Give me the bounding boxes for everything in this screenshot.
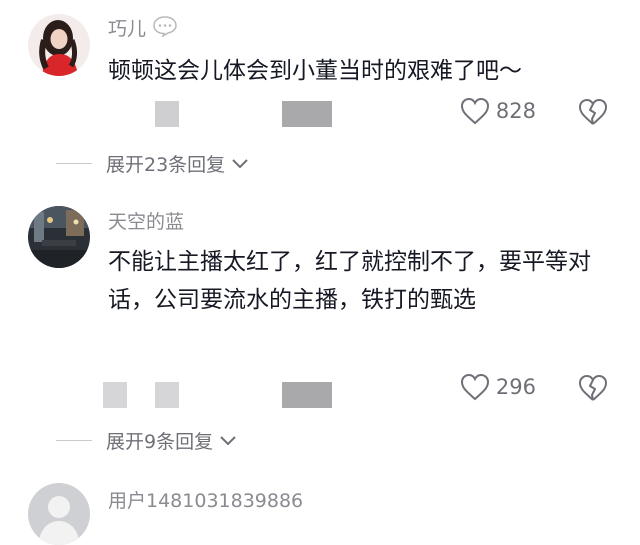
heart-icon: [460, 97, 489, 125]
username[interactable]: 用户1481031839886: [108, 489, 303, 513]
reply-action-placeholder: [282, 382, 332, 408]
dislike-button[interactable]: [578, 98, 608, 130]
username[interactable]: 天空的蓝: [108, 210, 184, 234]
avatar[interactable]: [28, 483, 90, 545]
username[interactable]: 巧儿: [108, 15, 178, 41]
reply-location-placeholder: [155, 382, 179, 408]
like-count: 296: [495, 375, 536, 399]
divider-line: [56, 163, 92, 164]
comment-text: 不能让主播太红了，红了就控制不了，要平等对话，公司要流水的主播，铁打的甄选: [108, 249, 591, 313]
reply-action-placeholder: [282, 101, 332, 127]
comment-item: 巧儿 顿顿这会儿体会到小董当时的艰难了吧～ 828 展开23条回复: [0, 0, 640, 190]
heart-icon: [460, 373, 489, 401]
chat-bubble-icon: [153, 16, 177, 38]
default-user-icon: [28, 483, 90, 545]
comment-item: 用户1481031839886: [0, 470, 640, 545]
chevron-down-icon: [220, 435, 236, 445]
divider-line: [56, 440, 92, 441]
expand-replies-button[interactable]: 展开9条回复: [56, 427, 237, 454]
comment-item: 天空的蓝 不能让主播太红了，红了就控制不了，要平等对话，公司要流水的主播，铁打的…: [0, 190, 640, 470]
avatar[interactable]: [28, 14, 90, 76]
chevron-down-icon: [232, 158, 248, 168]
comment-text: 顿顿这会儿体会到小董当时的艰难了吧～: [108, 58, 522, 84]
broken-heart-icon: [579, 98, 608, 125]
avatar-street-icon: [28, 206, 90, 268]
like-button[interactable]: 296: [460, 373, 536, 401]
avatar-woman-icon: [28, 14, 90, 76]
broken-heart-icon: [579, 374, 608, 401]
reply-time-placeholder: [103, 382, 127, 408]
expand-replies-button[interactable]: 展开23条回复: [56, 150, 249, 177]
dislike-button[interactable]: [578, 374, 608, 406]
like-count: 828: [495, 99, 536, 123]
reply-time-placeholder: [155, 101, 179, 127]
avatar[interactable]: [28, 206, 90, 268]
like-button[interactable]: 828: [460, 97, 536, 125]
